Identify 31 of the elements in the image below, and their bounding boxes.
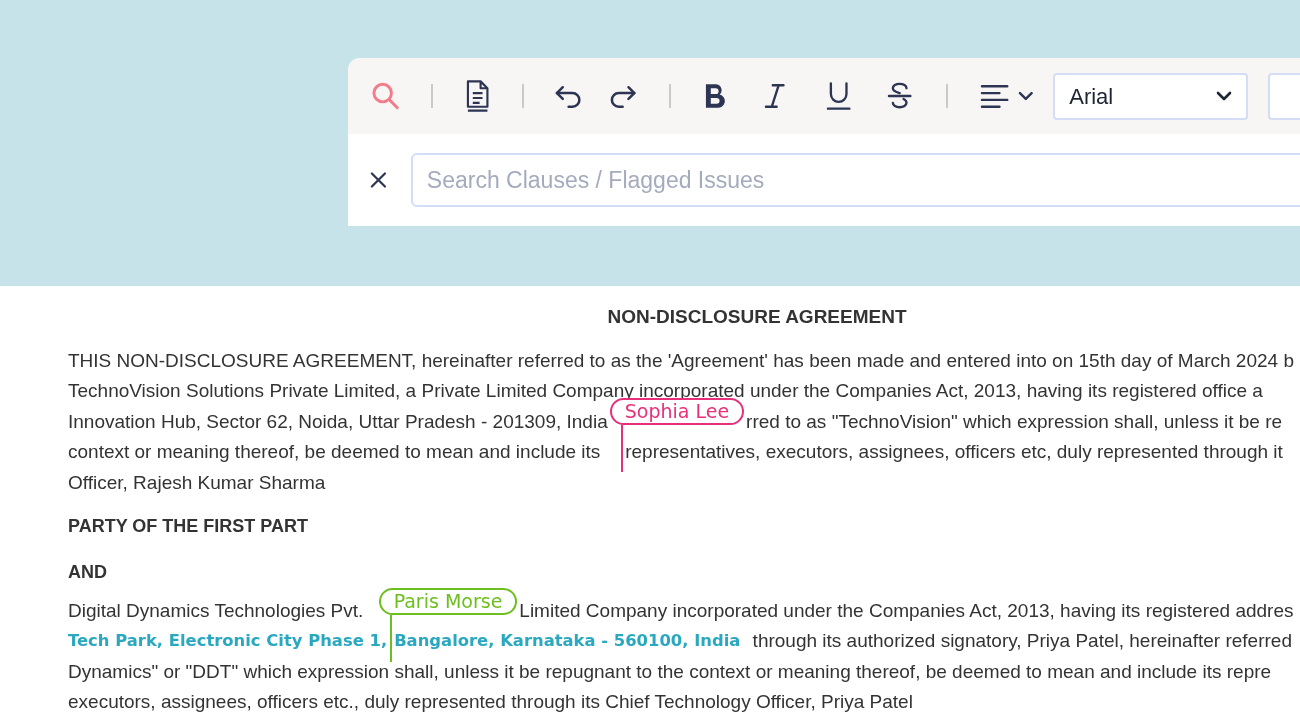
paragraph-line: rred to as "TechnoVision" which expression shall, unless it be re — [746, 409, 1283, 434]
chevron-down-icon[interactable] — [1017, 91, 1034, 101]
paragraph-line: Dynamics" or "DDT" which expression shall, unless it be repugnant to the context or meaning thereof, be deemed to mean and include its repre — [68, 659, 1272, 684]
search-field[interactable]: Search Clauses / Flagged Issues — [410, 153, 1300, 207]
collaborator-cursor — [620, 425, 623, 473]
section-heading: PARTY OF THE FIRST PART — [68, 515, 308, 539]
collaborator-cursor — [389, 614, 392, 662]
address-link[interactable]: Bangalore, Karnataka - 560100, India — [394, 629, 741, 654]
italic-icon[interactable] — [764, 82, 786, 110]
paragraph-line: Innovation Hub, Sector 62, Noida, Uttar Pradesh - 201309, India — [68, 409, 608, 434]
paragraph-line: Officer, Rajesh Kumar Sharma — [68, 470, 326, 495]
undo-icon[interactable] — [554, 84, 584, 108]
paragraph-line: through its authorized signatory, Priya Patel, hereinafter referred — [751, 629, 1292, 654]
paragraph-line: representatives, executors, assignees, officers etc, duly represented through it — [625, 440, 1283, 465]
underline-icon[interactable] — [825, 81, 852, 111]
chevron-down-icon — [1216, 91, 1232, 101]
paragraph-line: executors, assignees, officers etc., duly represented through its Chief Technology Officer, Priya Patel — [68, 690, 913, 715]
section-heading: AND — [68, 561, 107, 585]
collaborator-label: Paris Morse — [378, 587, 518, 615]
paragraph-line: THIS NON-DISCLOSURE AGREEMENT, hereinafter referred to as the 'Agreement' has been made and entered into on 15th day of March 2024 b — [68, 348, 1294, 373]
collaborator-label: Sophia Lee — [609, 398, 745, 426]
paragraph-line: Digital Dynamics Technologies Pvt. — [68, 598, 364, 623]
paragraph-line: context or meaning thereof, be deemed to mean and include its — [68, 440, 601, 465]
strikethrough-icon[interactable] — [887, 82, 913, 110]
align-left-icon[interactable] — [980, 83, 1010, 109]
paragraph-line: Limited Company incorporated under the Companies Act, 2013, having its registered addres — [519, 598, 1294, 623]
close-icon[interactable] — [370, 171, 387, 189]
font-select[interactable]: Arial — [1053, 72, 1248, 120]
document-icon[interactable] — [465, 79, 491, 113]
document-title: NON-DISCLOSURE AGREEMENT — [606, 305, 908, 329]
address-link[interactable]: Tech Park, Electronic City Phase 1, — [68, 629, 388, 654]
